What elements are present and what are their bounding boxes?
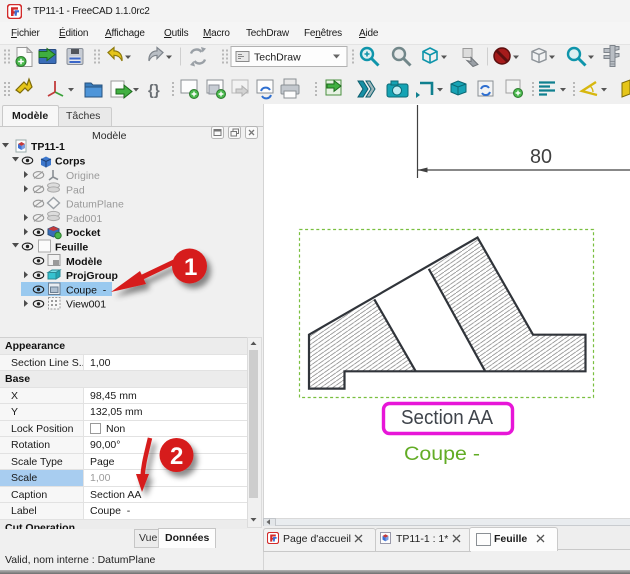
svg-text:2: 2 — [170, 443, 183, 470]
svg-text:1: 1 — [184, 254, 197, 281]
